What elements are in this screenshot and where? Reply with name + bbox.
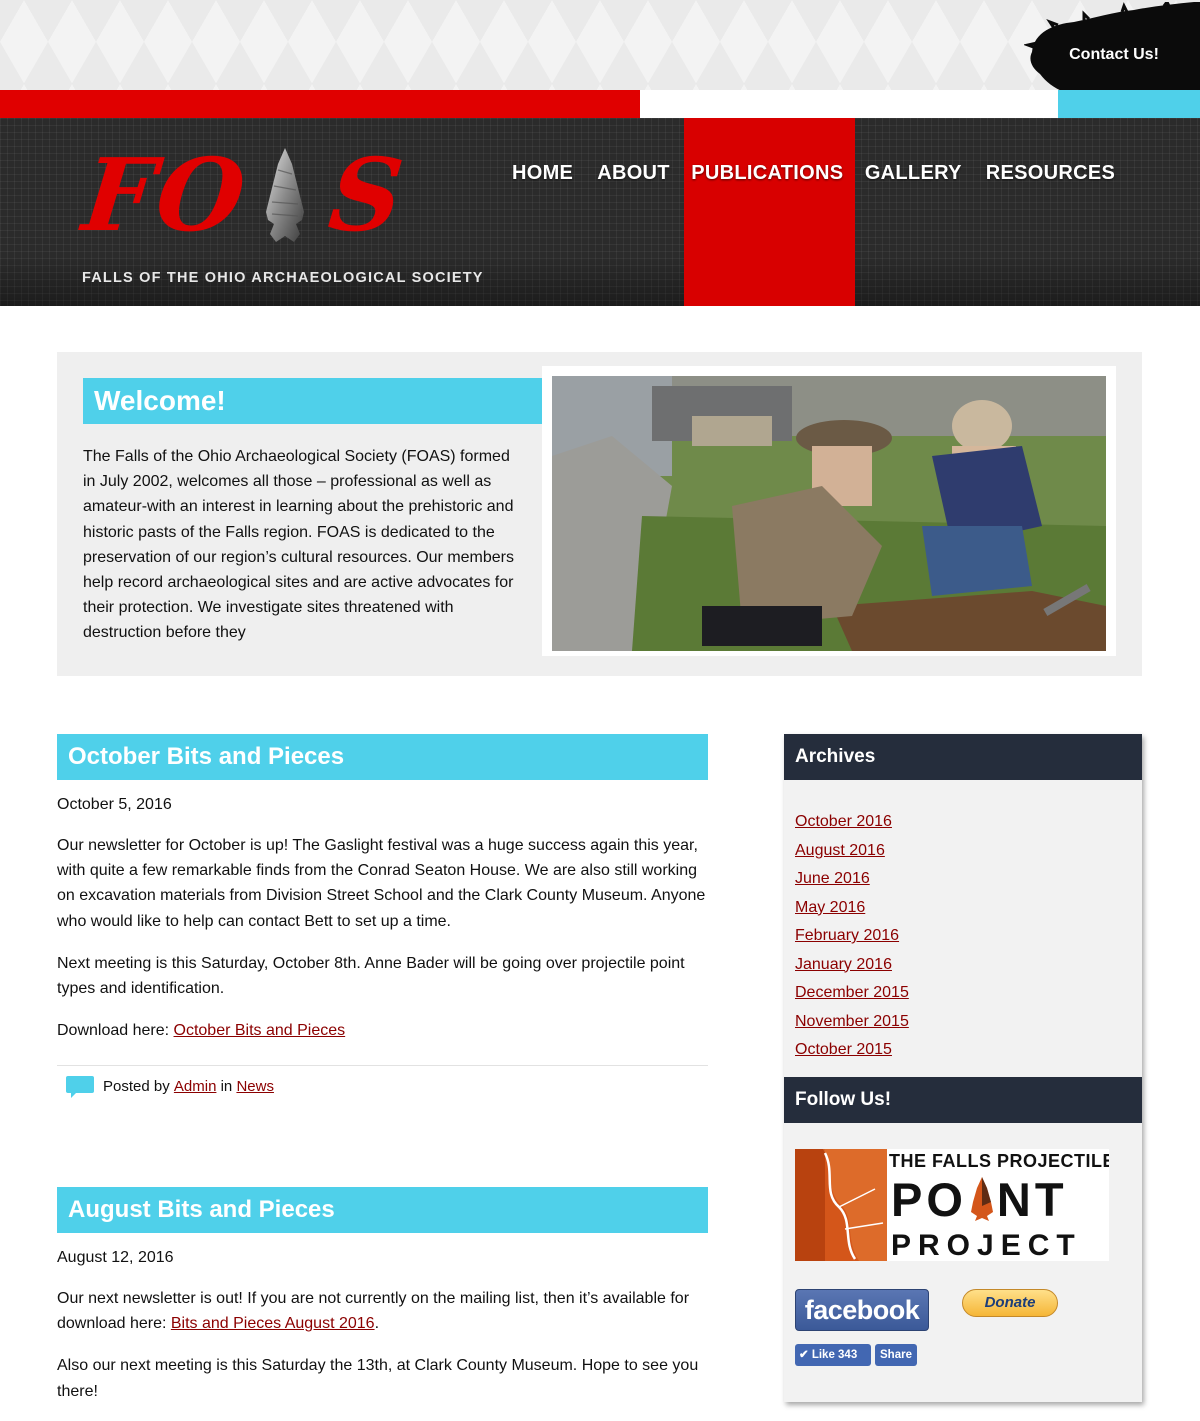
welcome-title: Welcome!	[83, 378, 543, 424]
download-link[interactable]: October Bits and Pieces	[174, 1022, 346, 1039]
post-august: August Bits and Pieces August 12, 2016 O…	[57, 1187, 708, 1404]
archive-link[interactable]: October 2015	[795, 1036, 1142, 1065]
archive-link[interactable]: February 2016	[795, 922, 1142, 951]
post-paragraph: Download here: October Bits and Pieces	[57, 1018, 708, 1043]
newsletter-link[interactable]: Bits and Pieces August 2016	[171, 1315, 375, 1332]
post-text: Our newsletter for October is up! The Ga…	[57, 837, 706, 905]
archive-link[interactable]: October 2016	[795, 808, 1142, 837]
map-icon	[795, 1149, 887, 1261]
post-paragraph: Our next newsletter is out! If you are n…	[57, 1286, 708, 1336]
meta-text: in	[216, 1078, 237, 1096]
banner-line3: PROJECT	[891, 1229, 1082, 1261]
post-text: .	[374, 1315, 380, 1333]
stripe-red	[0, 90, 640, 118]
logo-letter-f: F	[77, 136, 164, 254]
post-paragraph: Also our next meeting is this Saturday t…	[57, 1357, 699, 1400]
meta-text: Posted by	[103, 1078, 174, 1096]
logo-letter-o: O	[150, 136, 253, 254]
facebook-button[interactable]: facebook	[795, 1289, 929, 1331]
welcome-section: Welcome! The Falls of the Ohio Archaeolo…	[57, 352, 1142, 676]
archive-link[interactable]: August 2016	[795, 837, 1142, 866]
banner-line1: THE FALLS PROJECTILE	[889, 1151, 1109, 1171]
donate-button[interactable]: Donate	[962, 1289, 1058, 1317]
nav-about[interactable]: ABOUT	[585, 158, 682, 188]
logo-tagline: FALLS OF THE OHIO ARCHAEOLOGICAL SOCIETY	[82, 270, 484, 286]
archives-list: October 2016 August 2016 June 2016 May 2…	[784, 780, 1142, 1077]
archive-link[interactable]: December 2015	[795, 979, 1142, 1008]
archive-link[interactable]: June 2016	[795, 865, 1142, 894]
site-logo[interactable]: F O S	[78, 136, 411, 254]
post-paragraph: Next meeting is this Saturday, October 8…	[57, 954, 685, 998]
post-paragraph: Our newsletter for October is up! The Ga…	[57, 833, 708, 934]
comment-icon	[66, 1075, 94, 1098]
contact-us-link[interactable]: Contact Us!	[1048, 46, 1180, 64]
logo-letter-s: S	[323, 136, 411, 254]
stripe-white	[640, 90, 1058, 118]
post-text: who would like to help can contact Bett …	[57, 912, 451, 930]
post-title[interactable]: August Bits and Pieces	[57, 1187, 708, 1233]
banner-text: NT	[996, 1173, 1068, 1226]
post-meta: Posted by Admin in News	[57, 1065, 708, 1098]
stripe-blue	[1058, 90, 1200, 118]
sidebar: Archives October 2016 August 2016 June 2…	[784, 734, 1142, 1402]
archive-link[interactable]: May 2016	[795, 894, 1142, 923]
facebook-share-button[interactable]: Share	[875, 1344, 917, 1366]
projectile-point-project-banner[interactable]: THE FALLS PROJECTILE PO NT PROJECT	[795, 1149, 1109, 1261]
archives-heading: Archives	[784, 734, 1142, 780]
follow-heading: Follow Us!	[784, 1077, 1142, 1123]
nav-home[interactable]: HOME	[500, 158, 585, 188]
nav-active-highlight	[684, 118, 855, 306]
follow-widget: THE FALLS PROJECTILE PO NT PROJECT facebo…	[784, 1123, 1142, 1403]
nav-publications[interactable]: PUBLICATIONS	[682, 158, 853, 188]
author-link[interactable]: Admin	[174, 1078, 217, 1095]
top-pattern-banner	[0, 0, 1200, 92]
post-title[interactable]: October Bits and Pieces	[57, 734, 708, 780]
nav-gallery[interactable]: GALLERY	[853, 158, 974, 188]
excavation-photo	[552, 376, 1106, 651]
welcome-text: The Falls of the Ohio Archaeological Soc…	[83, 448, 514, 642]
arrowhead-icon	[266, 148, 305, 242]
nav-resources[interactable]: RESOURCES	[974, 158, 1127, 188]
color-stripes	[0, 90, 1200, 118]
arrowhead-icon	[970, 1177, 993, 1221]
archive-link[interactable]: November 2015	[795, 1008, 1142, 1037]
banner-text: PO	[891, 1173, 967, 1226]
post-date: October 5, 2016	[57, 796, 172, 813]
category-link[interactable]: News	[236, 1078, 274, 1095]
banner-line2: PO NT	[891, 1175, 1068, 1225]
post-text: Download here:	[57, 1022, 174, 1040]
welcome-photo-frame	[542, 366, 1116, 656]
post-october: October Bits and Pieces October 5, 2016 …	[57, 734, 708, 1098]
facebook-like-button[interactable]: ✔ Like 343	[795, 1344, 871, 1366]
post-date: August 12, 2016	[57, 1249, 174, 1266]
archive-link[interactable]: January 2016	[795, 951, 1142, 980]
main-nav: HOME ABOUT PUBLICATIONS GALLERY RESOURCE…	[500, 158, 1127, 188]
